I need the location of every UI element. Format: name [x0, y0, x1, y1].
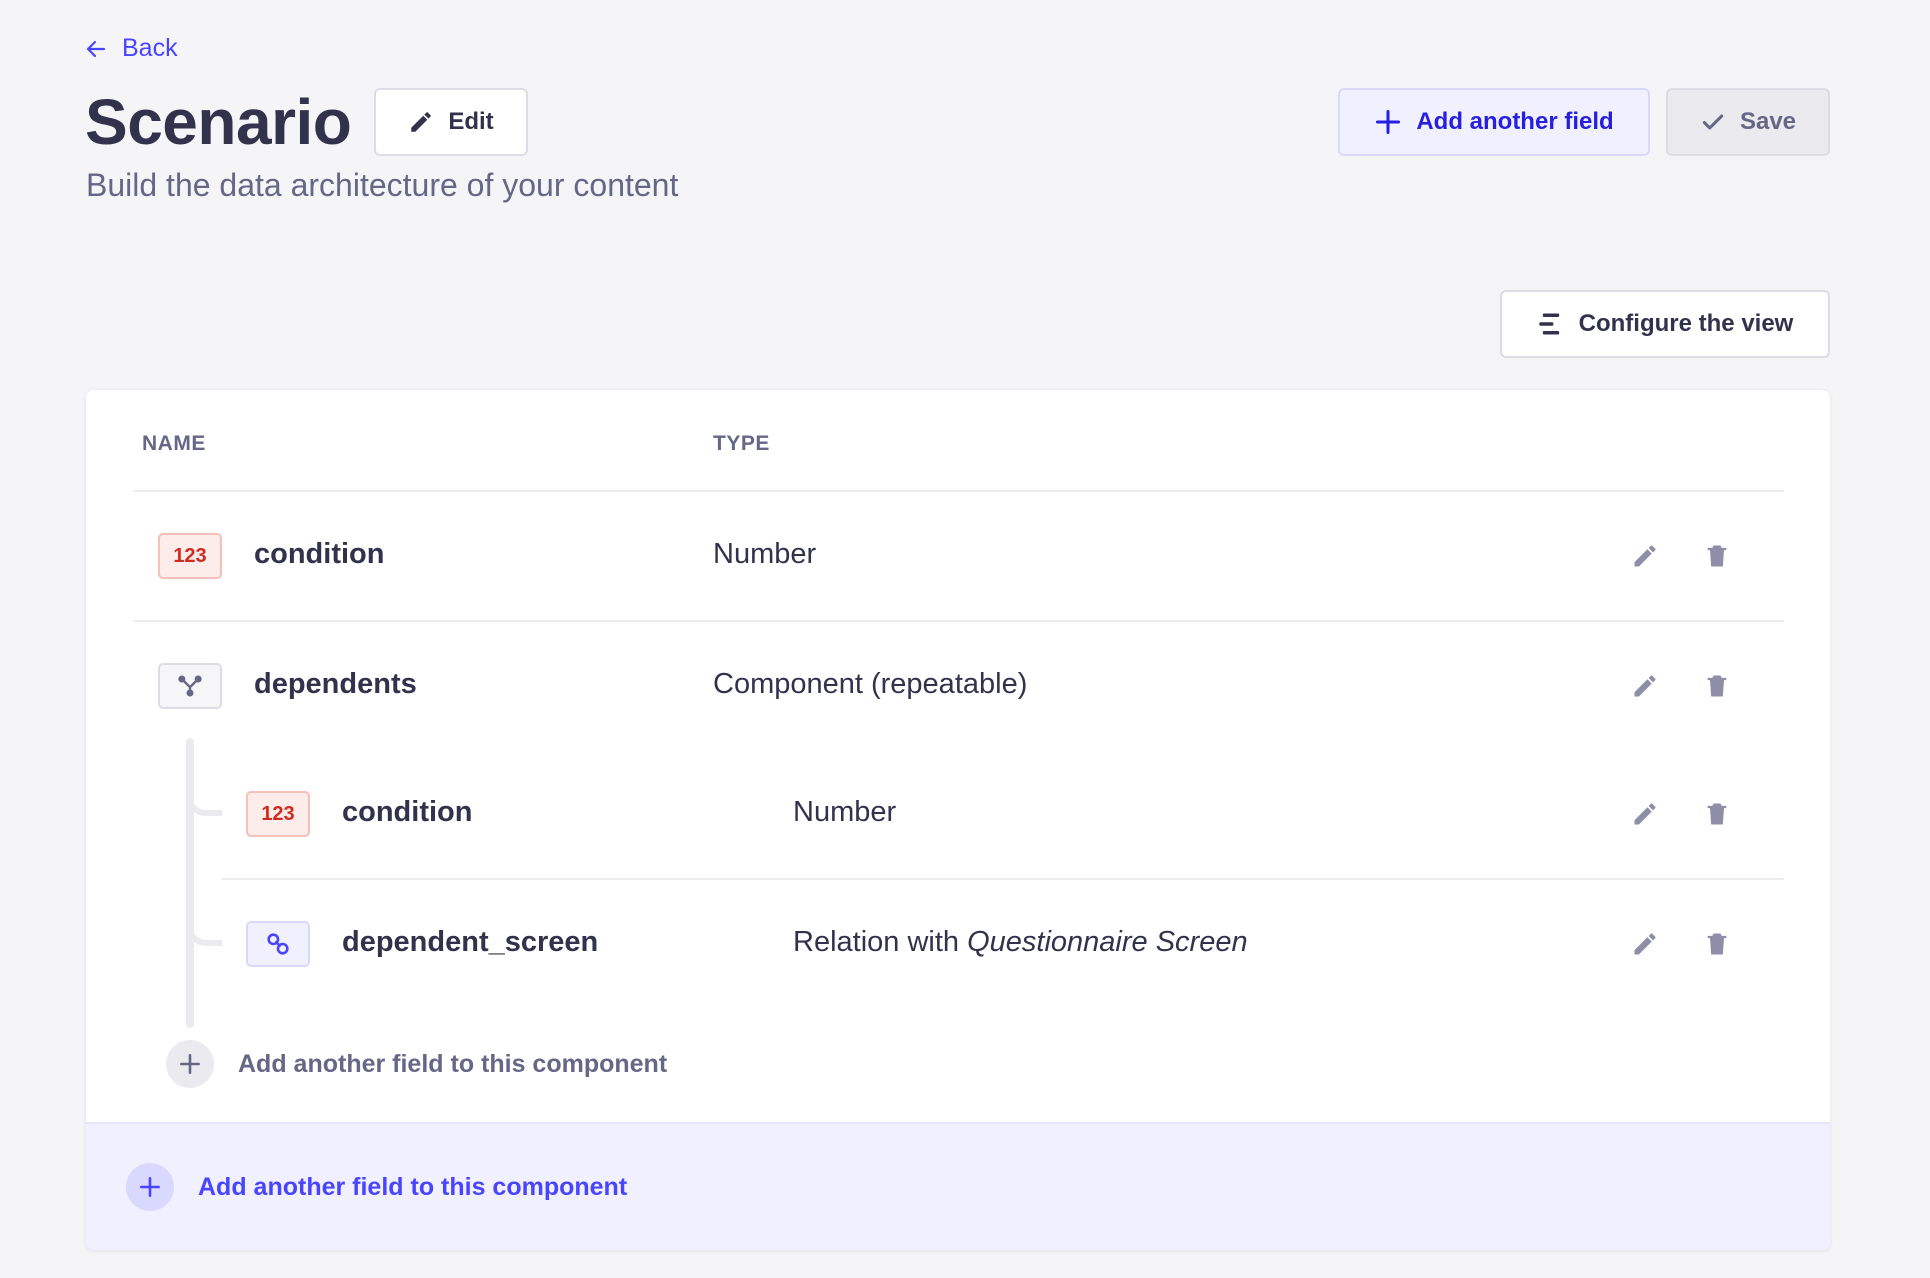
plus-icon [140, 1177, 160, 1197]
field-name-dependents: dependents [254, 668, 417, 700]
plus-icon [1376, 109, 1401, 135]
field-type-relation: Relation with Questionnaire Screen [793, 926, 1248, 959]
trash-icon [1707, 675, 1727, 697]
card-footer: Add another field to this component [86, 1122, 1830, 1250]
field-name-condition: condition [254, 538, 385, 570]
check-icon [1702, 114, 1724, 130]
relation-prefix: Relation with [793, 926, 968, 958]
add-another-field-label: Add another field [1416, 108, 1614, 135]
delete-field-button[interactable] [1700, 669, 1734, 703]
number-icon-text: 123 [261, 802, 295, 825]
footer-add-field-label: Add another field to this component [198, 1172, 628, 1201]
back-link[interactable]: Back [84, 34, 178, 63]
row-divider [222, 878, 1784, 880]
pencil-icon [411, 112, 432, 132]
delete-field-button[interactable] [1700, 539, 1734, 573]
trash-icon [1707, 545, 1727, 567]
column-header-type: TYPE [713, 432, 770, 455]
relation-icon [246, 921, 310, 967]
field-type-number: Number [713, 538, 817, 570]
configure-view-button[interactable]: Configure the view [1500, 290, 1830, 358]
add-field-to-component-label: Add another field to this component [238, 1049, 668, 1078]
pencil-icon [1634, 675, 1656, 697]
layout-icon [1538, 313, 1559, 335]
pencil-icon [1634, 545, 1656, 567]
component-icon [158, 663, 222, 709]
relation-target: Questionnaire Screen [967, 926, 1248, 958]
save-button[interactable]: Save [1666, 88, 1830, 156]
edit-button[interactable]: Edit [374, 88, 528, 156]
column-header-name: NAME [142, 432, 206, 455]
delete-field-button[interactable] [1700, 797, 1734, 831]
add-another-field-button[interactable]: Add another field [1338, 88, 1650, 156]
pencil-icon [1634, 933, 1656, 955]
add-circle [126, 1163, 174, 1211]
edit-label: Edit [448, 108, 494, 135]
trash-icon [1707, 803, 1727, 825]
plus-icon [180, 1054, 200, 1074]
header-divider [134, 490, 1784, 492]
field-name-dependent-screen: dependent_screen [342, 926, 599, 958]
page-subtitle: Build the data architecture of your cont… [86, 167, 679, 203]
tree-connector [186, 738, 194, 1028]
field-type-component: Component (repeatable) [713, 668, 1028, 700]
page-title: Scenario [85, 86, 352, 158]
fields-table-card: NAME TYPE 123 condition Number dependent… [86, 390, 1830, 1250]
edit-field-button[interactable] [1628, 539, 1662, 573]
back-label: Back [122, 34, 178, 62]
link-icon [267, 933, 289, 955]
edit-field-button[interactable] [1628, 927, 1662, 961]
edit-field-button[interactable] [1628, 669, 1662, 703]
row-divider [134, 620, 1784, 622]
add-field-to-component-button[interactable]: Add another field to this component [166, 1040, 667, 1088]
edit-field-button[interactable] [1628, 797, 1662, 831]
configure-view-label: Configure the view [1578, 310, 1794, 337]
trash-icon [1707, 933, 1727, 955]
footer-add-field-button[interactable]: Add another field to this component [126, 1163, 627, 1211]
pencil-icon [1634, 803, 1656, 825]
delete-field-button[interactable] [1700, 927, 1734, 961]
save-label: Save [1739, 108, 1797, 135]
field-type-number: Number [793, 796, 897, 828]
number-icon-text: 123 [173, 544, 207, 567]
field-name-condition: condition [342, 796, 473, 828]
add-circle [166, 1040, 214, 1088]
component-glyph-icon [178, 675, 202, 697]
number-icon: 123 [246, 791, 310, 837]
arrow-left-icon [86, 40, 106, 57]
number-icon: 123 [158, 533, 222, 579]
